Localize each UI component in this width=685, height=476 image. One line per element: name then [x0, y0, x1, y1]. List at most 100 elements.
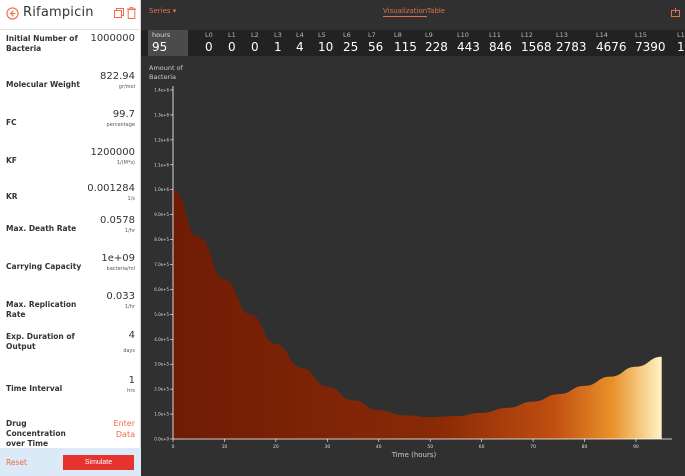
- hours-cell[interactable]: hours 95: [148, 30, 188, 56]
- series-dropdown[interactable]: Series ▾: [149, 7, 176, 15]
- param-value[interactable]: 0.001284: [87, 183, 135, 194]
- back-arrow-icon[interactable]: [6, 7, 19, 20]
- param-label: Carrying Capacity: [6, 262, 82, 271]
- y-tick-label: 1.4e+6: [154, 88, 169, 93]
- param-label: Max. Death Rate: [6, 224, 77, 233]
- param-row[interactable]: Molecular Weight 822.94 gr/mol: [0, 68, 141, 98]
- level-value: 0: [205, 40, 213, 54]
- x-tick-label: 10: [222, 444, 228, 450]
- x-tick-label: 0: [172, 444, 175, 450]
- delete-icon[interactable]: [127, 7, 136, 19]
- hours-label: hours: [152, 31, 171, 39]
- param-label: Drug Concentration over Time: [6, 419, 66, 448]
- param-value[interactable]: 1: [129, 375, 135, 386]
- x-tick-label: 40: [376, 444, 382, 450]
- level-value: 7390: [635, 40, 666, 54]
- level-value: 1: [274, 40, 282, 54]
- x-tick-label: 30: [324, 444, 330, 450]
- level-value: 56: [368, 40, 384, 54]
- level-name: L7: [368, 31, 376, 39]
- level-value: 228: [425, 40, 448, 54]
- bacteria-chart: Amount of Bacteria 0.0e+0 1.0e+5 2.0e+5 3.0…: [149, 64, 672, 459]
- y-tick-label: 5.0e+5: [154, 312, 169, 317]
- level-name: L5: [318, 31, 326, 39]
- param-label: Time Interval: [6, 384, 63, 393]
- param-unit: hrs: [127, 388, 135, 394]
- param-value[interactable]: 822.94: [100, 71, 135, 82]
- sidebar-footer: Reset Simulate: [0, 448, 141, 476]
- x-tick-label: 80: [582, 444, 588, 450]
- param-label: Initial Number of Bacteria: [6, 34, 78, 53]
- param-label: Exp. Duration of Output: [6, 332, 75, 351]
- param-value[interactable]: 0.0578: [100, 215, 135, 226]
- x-axis-label: Time (hours): [391, 451, 437, 459]
- enter-data-link-line2: Data: [115, 430, 135, 439]
- param-row[interactable]: KR 0.001284 1/s: [0, 180, 141, 210]
- level-name: L9: [425, 31, 433, 39]
- param-unit: bacteria/ml: [106, 266, 135, 272]
- simulate-button[interactable]: Simulate: [63, 455, 134, 470]
- hours-value: 95: [152, 40, 168, 54]
- drug-title: Rifampicin: [23, 5, 94, 20]
- y-axis-label-line1: Amount of: [149, 64, 184, 72]
- level-name: L12: [521, 31, 533, 39]
- sidebar-header: Rifampicin: [0, 0, 141, 30]
- y-axis-label-line2: Bacteria: [149, 73, 176, 81]
- enter-data-link[interactable]: Enter Data: [114, 418, 135, 440]
- tab-visualization[interactable]: Visualization: [383, 7, 428, 17]
- param-row[interactable]: Max. Replication Rate 0.033 1/hr: [0, 288, 141, 319]
- y-tick-label: 1.0e+6: [154, 187, 169, 192]
- level-value: 1: [677, 40, 685, 54]
- reset-button[interactable]: Reset: [6, 458, 27, 467]
- level-name: L1: [677, 31, 685, 39]
- level-name: L11: [489, 31, 501, 39]
- param-unit: gr/mol: [118, 84, 135, 90]
- tab-table[interactable]: Table: [427, 7, 445, 15]
- param-row[interactable]: Carrying Capacity 1e+09 bacteria/ml: [0, 250, 141, 280]
- y-tick-label: 1.1e+6: [154, 162, 169, 167]
- param-value[interactable]: 1000000: [90, 33, 135, 44]
- param-drug-concentration: Drug Concentration over Time Enter Data: [0, 418, 141, 448]
- param-unit: 1/s: [127, 196, 135, 202]
- param-row[interactable]: Max. Death Rate 0.0578 1/hr: [0, 212, 141, 242]
- y-tick-label: 8.0e+5: [154, 237, 169, 242]
- level-value: 4: [296, 40, 304, 54]
- param-value[interactable]: 1e+09: [101, 253, 135, 264]
- x-tick-label: 90: [633, 444, 639, 450]
- level-name: L10: [457, 31, 469, 39]
- export-icon[interactable]: [671, 8, 680, 17]
- duplicate-icon[interactable]: [114, 8, 124, 18]
- y-tick-label: 0.0e+0: [154, 437, 169, 442]
- param-label: Max. Replication Rate: [6, 300, 77, 319]
- param-unit: 1/(M*s): [116, 160, 135, 166]
- param-row[interactable]: Time Interval 1 hrs: [0, 372, 141, 402]
- y-tick-label: 4.0e+5: [154, 337, 169, 342]
- param-value[interactable]: 99.7: [113, 109, 135, 120]
- param-row[interactable]: KF 1200000 1/(M*s): [0, 144, 141, 174]
- param-value[interactable]: 1200000: [90, 147, 135, 158]
- bacteria-area-series: [173, 189, 662, 439]
- level-value: 2783: [556, 40, 587, 54]
- x-axis: 0 10 20 30 40 50 60 70 80 90: [172, 439, 639, 450]
- y-tick-label: 1.0e+5: [154, 412, 169, 417]
- level-name: L2: [251, 31, 259, 39]
- param-row[interactable]: Initial Number of Bacteria 1000000: [0, 30, 141, 60]
- level-name: L6: [343, 31, 351, 39]
- level-name: L8: [394, 31, 402, 39]
- param-row[interactable]: Exp. Duration of Output 4 days: [0, 328, 141, 358]
- level-value: 0: [251, 40, 259, 54]
- level-name: L14: [596, 31, 608, 39]
- param-row[interactable]: FC 99.7 percentage: [0, 106, 141, 136]
- y-tick-label: 7.0e+5: [154, 262, 169, 267]
- level-name: L1: [228, 31, 236, 39]
- param-value[interactable]: 4: [129, 330, 135, 341]
- level-value: 25: [343, 40, 359, 54]
- x-tick-label: 20: [273, 444, 279, 450]
- y-tick-label: 6.0e+5: [154, 287, 169, 292]
- level-value: 115: [394, 40, 417, 54]
- y-tick-label: 9.0e+5: [154, 212, 169, 217]
- param-value[interactable]: 0.033: [106, 291, 135, 302]
- level-value: 10: [318, 40, 334, 54]
- level-value: 846: [489, 40, 512, 54]
- y-tick-label: 1.3e+6: [154, 112, 169, 117]
